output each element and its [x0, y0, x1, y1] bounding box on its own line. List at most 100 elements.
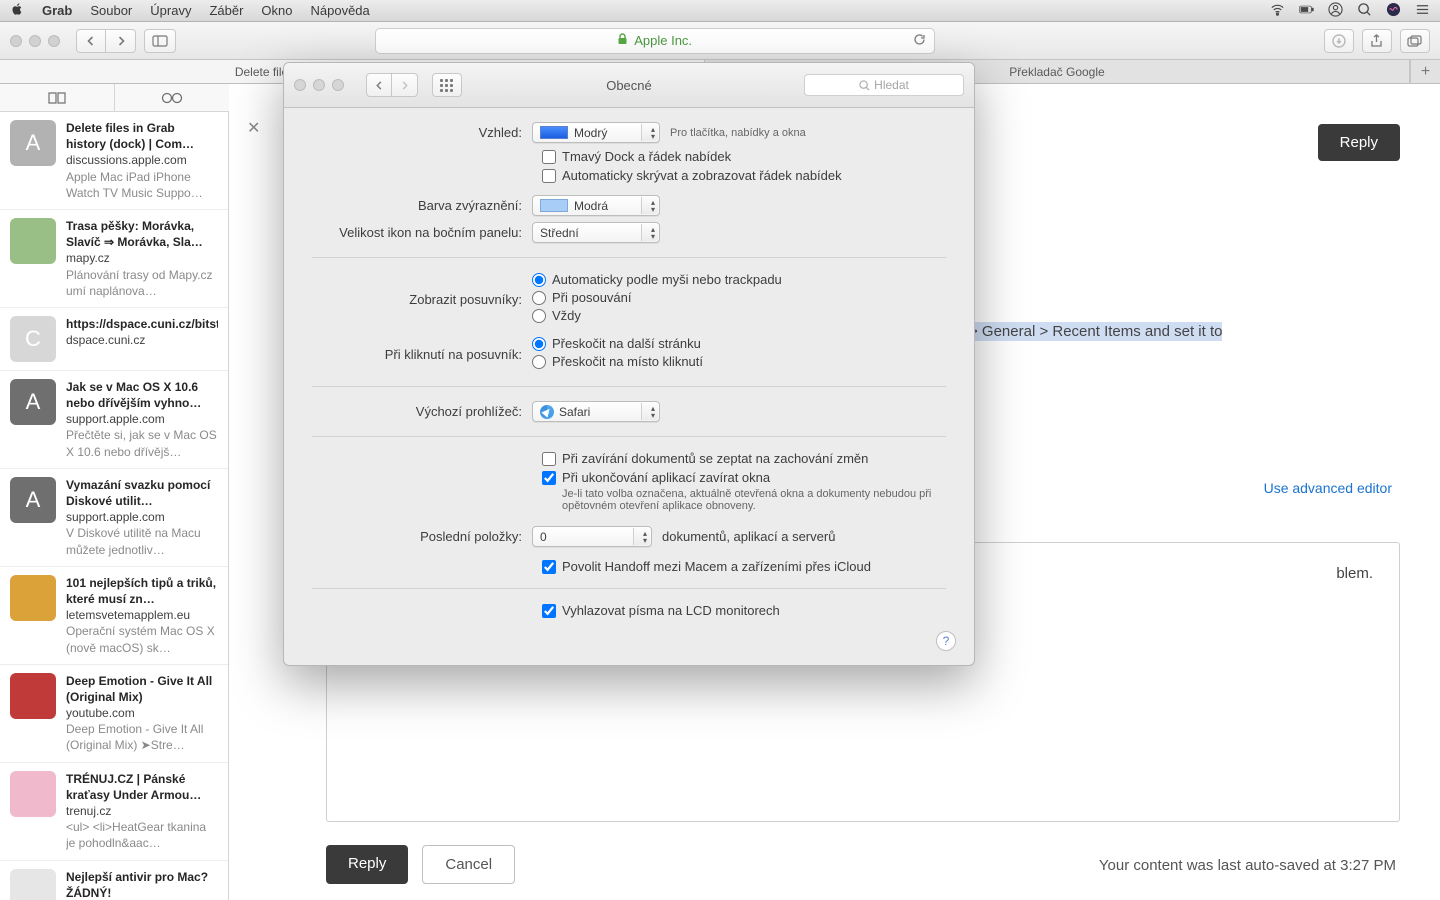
show-all-button[interactable] — [432, 73, 462, 97]
search-placeholder: Hledat — [874, 78, 909, 92]
window-controls[interactable] — [294, 79, 344, 91]
item-title: TRÉNUJ.CZ | Pánské kraťasy Under Armou… — [66, 771, 218, 803]
new-tab-button[interactable]: + — [1410, 60, 1440, 83]
address-bar[interactable]: Apple Inc. — [375, 28, 935, 54]
close-windows-checkbox[interactable]: Při ukončování aplikací zavírat okna — [542, 470, 946, 485]
appearance-label: Vzhled: — [312, 125, 532, 140]
apple-menu-icon[interactable] — [10, 2, 24, 19]
thumbnail: A — [10, 120, 56, 166]
thumbnail — [10, 869, 56, 900]
list-item[interactable]: Chttps://dspace.cuni.cz/bitstr…dspace.cu… — [0, 308, 228, 371]
spotlight-icon[interactable] — [1357, 2, 1372, 20]
iconsize-select[interactable]: Střední▴▾ — [532, 222, 660, 243]
lock-icon — [617, 33, 628, 48]
safari-toolbar: Apple Inc. — [0, 22, 1440, 60]
notification-center-icon[interactable] — [1415, 2, 1430, 20]
auto-hide-checkbox[interactable]: Automaticky skrývat a zobrazovat řádek n… — [542, 168, 946, 183]
item-title: Nejlepší antivir pro Mac? ŽÁDNÝ! — [66, 869, 218, 900]
reply-button[interactable]: Reply — [1318, 124, 1400, 161]
thumbnail — [10, 673, 56, 719]
forward-button[interactable] — [392, 73, 418, 97]
reading-list-tab-icon[interactable] — [115, 84, 229, 111]
item-desc: Deep Emotion - Give It All (Original Mix… — [66, 721, 218, 753]
menu-item[interactable]: Záběr — [209, 3, 243, 18]
list-item[interactable]: Trasa pěšky: Morávka, Slavíč ⇒ Morávka, … — [0, 210, 228, 308]
item-title: Delete files in Grab history (dock) | Co… — [66, 120, 218, 152]
item-title: Vymazání svazku pomocí Diskové utilit… — [66, 477, 218, 509]
close-windows-hint: Je-li tato volba označena, aktuálně otev… — [562, 488, 942, 512]
thumbnail — [10, 771, 56, 817]
list-item[interactable]: AVymazání svazku pomocí Diskové utilit…s… — [0, 469, 228, 567]
prefs-search[interactable]: Hledat — [804, 74, 964, 96]
list-item[interactable]: TRÉNUJ.CZ | Pánské kraťasy Under Armou…t… — [0, 763, 228, 861]
reload-icon[interactable] — [913, 33, 926, 49]
cancel-button[interactable]: Cancel — [422, 845, 515, 884]
downloads-button[interactable] — [1324, 29, 1354, 53]
prefs-nav[interactable] — [366, 73, 418, 97]
user-icon[interactable] — [1328, 2, 1343, 20]
item-domain: trenuj.cz — [66, 803, 218, 819]
menu-item[interactable]: Úpravy — [150, 3, 191, 18]
item-domain: mapy.cz — [66, 250, 218, 266]
help-button[interactable]: ? — [936, 631, 956, 651]
ask-changes-checkbox[interactable]: Při zavírání dokumentů se zeptat na zach… — [542, 451, 946, 466]
menu-item[interactable]: Nápověda — [311, 3, 370, 18]
tabs-button[interactable] — [1400, 29, 1430, 53]
siri-icon[interactable] — [1386, 2, 1401, 20]
item-domain: support.apple.com — [66, 411, 218, 427]
list-item[interactable]: Nejlepší antivir pro Mac? ŽÁDNÝ! — [0, 861, 228, 900]
item-domain: support.apple.com — [66, 509, 218, 525]
thumbnail: C — [10, 316, 56, 362]
lcd-font-checkbox[interactable]: Vyhlazovat písma na LCD monitorech — [542, 603, 946, 618]
list-item[interactable]: 101 nejlepších tipů a triků, které musí … — [0, 567, 228, 665]
scroll-option[interactable]: Při posouvání — [532, 290, 946, 305]
list-item[interactable]: A Delete files in Grab history (dock) | C… — [0, 112, 228, 210]
reply-submit-button[interactable]: Reply — [326, 845, 408, 884]
forward-button[interactable] — [106, 29, 136, 53]
recent-label: Poslední položky: — [312, 529, 532, 544]
thumbnail — [10, 575, 56, 621]
back-button[interactable] — [76, 29, 106, 53]
bookmarks-tab-icon[interactable] — [0, 84, 115, 111]
wifi-icon[interactable] — [1270, 2, 1285, 20]
nav-back-forward[interactable] — [76, 29, 136, 53]
appearance-select[interactable]: Modrý▴▾ — [532, 122, 660, 143]
list-item[interactable]: Deep Emotion - Give It All (Original Mix… — [0, 665, 228, 763]
menu-item[interactable]: Okno — [261, 3, 292, 18]
back-button[interactable] — [366, 73, 392, 97]
battery-icon[interactable] — [1299, 2, 1314, 20]
share-button[interactable] — [1362, 29, 1392, 53]
item-title: 101 nejlepších tipů a triků, které musí … — [66, 575, 218, 607]
item-desc: Přečtěte si, jak se v Mac OS X 10.6 nebo… — [66, 427, 218, 459]
menu-item[interactable]: Soubor — [90, 3, 132, 18]
advanced-editor-link[interactable]: Use advanced editor — [1264, 480, 1392, 496]
scroll-option[interactable]: Vždy — [532, 308, 946, 323]
app-name[interactable]: Grab — [42, 3, 72, 18]
item-title: https://dspace.cuni.cz/bitstr… — [66, 316, 218, 332]
macos-menubar: Grab Soubor Úpravy Záběr Okno Nápověda — [0, 0, 1440, 22]
item-desc: Operační systém Mac OS X (nově macOS) sk… — [66, 623, 218, 655]
close-icon[interactable]: ✕ — [247, 118, 260, 138]
sidebar-toggle-button[interactable] — [144, 29, 176, 53]
address-host: Apple Inc. — [634, 33, 692, 48]
item-domain: discussions.apple.com — [66, 152, 218, 168]
recent-stepper[interactable]: 0▴▾ — [532, 526, 652, 547]
highlight-select[interactable]: Modrá▴▾ — [532, 195, 660, 216]
list-item[interactable]: AJak se v Mac OS X 10.6 nebo dřívějším v… — [0, 371, 228, 469]
item-desc: Plánování trasy od Mapy.cz umí naplánova… — [66, 267, 218, 299]
appearance-hint: Pro tlačítka, nabídky a okna — [670, 127, 806, 139]
dark-dock-checkbox[interactable]: Tmavý Dock a řádek nabídek — [542, 149, 946, 164]
scroll-option[interactable]: Automaticky podle myši nebo trackpadu — [532, 272, 946, 287]
handoff-checkbox[interactable]: Povolit Handoff mezi Macem a zařízeními … — [542, 559, 946, 574]
highlight-label: Barva zvýraznění: — [312, 198, 532, 213]
item-title: Trasa pěšky: Morávka, Slavíč ⇒ Morávka, … — [66, 218, 218, 250]
browser-select[interactable]: Safari▴▾ — [532, 401, 660, 422]
page-text: > General > Recent Items and set it to — [969, 322, 1222, 341]
click-option[interactable]: Přeskočit na další stránku — [532, 336, 946, 351]
window-controls[interactable] — [10, 35, 60, 47]
click-option[interactable]: Přeskočit na místo kliknutí — [532, 354, 946, 369]
item-domain: dspace.cuni.cz — [66, 332, 218, 348]
item-title: Deep Emotion - Give It All (Original Mix… — [66, 673, 218, 705]
recent-suffix: dokumentů, aplikací a serverů — [662, 529, 835, 544]
thumbnail: A — [10, 379, 56, 425]
